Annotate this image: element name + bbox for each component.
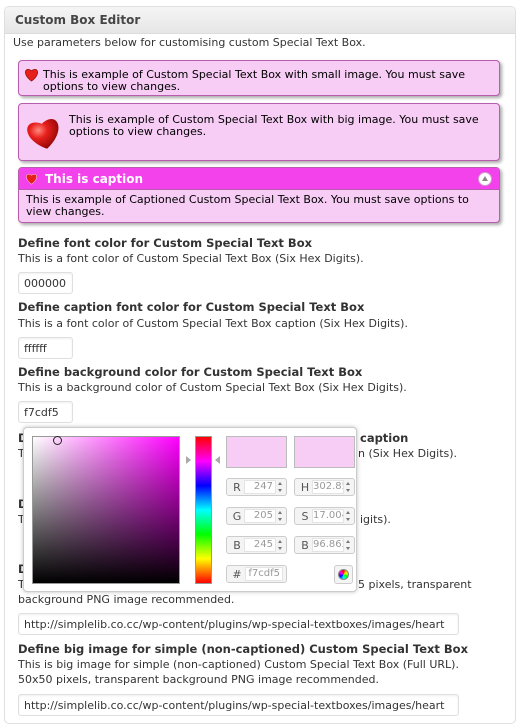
intro-text: Use parameters below for customising cus… (13, 36, 366, 49)
saturation-brightness-cursor[interactable] (53, 436, 63, 446)
heart-icon (27, 119, 59, 149)
small-image-desc-fragment-right: 5 pixels, transparent (358, 578, 472, 591)
hue-arrow-left-icon (186, 456, 191, 464)
spinner-icon[interactable] (278, 482, 283, 492)
preview-big-image-box: This is example of Custom Special Text B… (18, 103, 500, 161)
hex-key: # (232, 568, 242, 581)
heart-icon (26, 173, 37, 185)
caption-font-color-input[interactable] (18, 337, 73, 359)
preview-big-image-text: This is example of Custom Special Text B… (69, 113, 479, 138)
preview-captioned-text: This is example of Captioned Custom Spec… (26, 193, 469, 218)
background-color-desc: This is a background color of Custom Spe… (18, 381, 407, 394)
collapse-icon[interactable] (478, 172, 492, 186)
border-color-desc-fragment: n (Six Hex Digits). (358, 447, 458, 460)
background-color-label: Define background color for Custom Speci… (18, 365, 363, 379)
hex-value[interactable]: f7cdf5 (245, 567, 283, 581)
preview-small-image-box: This is example of Custom Special Text B… (18, 60, 500, 96)
green-key: G (232, 510, 242, 523)
caption-font-color-desc: This is a font color of Custom Special T… (18, 317, 408, 330)
spinner-icon[interactable] (346, 482, 351, 492)
hidden-desc-fragment2: igits). (360, 513, 391, 526)
hue-key: H (300, 481, 310, 494)
red-field[interactable]: R 247 (226, 478, 287, 496)
big-image-desc-line2: 50x50 pixels, transparent background PNG… (18, 673, 380, 686)
heart-icon (25, 69, 38, 82)
new-color-swatch (226, 436, 287, 468)
saturation-field[interactable]: S 17.004 (294, 507, 355, 525)
spinner-icon[interactable] (346, 540, 351, 550)
hex-field[interactable]: # f7cdf5 (226, 565, 287, 583)
blue-value[interactable]: 245 (244, 538, 276, 552)
hue-arrow-right-icon (215, 456, 220, 464)
caption-font-color-label: Define caption font color for Custom Spe… (18, 300, 365, 314)
hue-field[interactable]: H 302.85 (294, 478, 355, 496)
small-image-desc-line2: background PNG image recommended. (18, 593, 235, 606)
blue-key: B (233, 539, 241, 552)
border-color-label-fragment: caption (360, 431, 409, 445)
caption-bar: This is caption (19, 168, 499, 190)
spinner-icon[interactable] (278, 540, 283, 550)
big-image-desc-line1: This is big image for simple (non-captio… (18, 658, 459, 671)
green-value[interactable]: 205 (244, 509, 276, 523)
font-color-desc: This is a font color of Custom Special T… (18, 252, 364, 265)
current-color-swatch[interactable] (294, 436, 355, 468)
brightness-field[interactable]: B 96.862 (294, 536, 355, 554)
hue-slider[interactable] (195, 436, 212, 584)
saturation-value[interactable]: 17.004 (312, 509, 344, 523)
font-color-input[interactable] (18, 272, 73, 294)
caption-text: This is caption (45, 172, 144, 186)
saturation-brightness-area[interactable] (32, 436, 180, 584)
preview-captioned-box: This is caption This is example of Capti… (18, 167, 500, 223)
saturation-key: S (301, 510, 309, 523)
spinner-icon[interactable] (278, 511, 283, 521)
font-color-label: Define font color for Custom Special Tex… (18, 236, 313, 250)
blue-field[interactable]: B 245 (226, 536, 287, 554)
brightness-key: B (301, 539, 309, 552)
red-key: R (233, 481, 241, 494)
spinner-icon[interactable] (346, 511, 351, 521)
color-picker: R 247 H 302.85 G 205 S 17.004 B 245 B 96… (23, 427, 357, 592)
background-color-input[interactable] (18, 401, 73, 423)
preview-small-image-text: This is example of Custom Special Text B… (43, 68, 465, 93)
big-image-url-input[interactable] (18, 694, 459, 716)
brightness-value[interactable]: 96.862 (312, 538, 344, 552)
green-field[interactable]: G 205 (226, 507, 287, 525)
color-wheel-icon (338, 569, 349, 580)
panel-title: Custom Box Editor (5, 7, 515, 34)
red-value[interactable]: 247 (244, 480, 276, 494)
hue-value[interactable]: 302.85 (312, 480, 344, 494)
big-image-label: Define big image for simple (non-caption… (18, 642, 468, 656)
small-image-url-input[interactable] (18, 613, 459, 635)
color-wheel-button[interactable] (334, 565, 353, 584)
